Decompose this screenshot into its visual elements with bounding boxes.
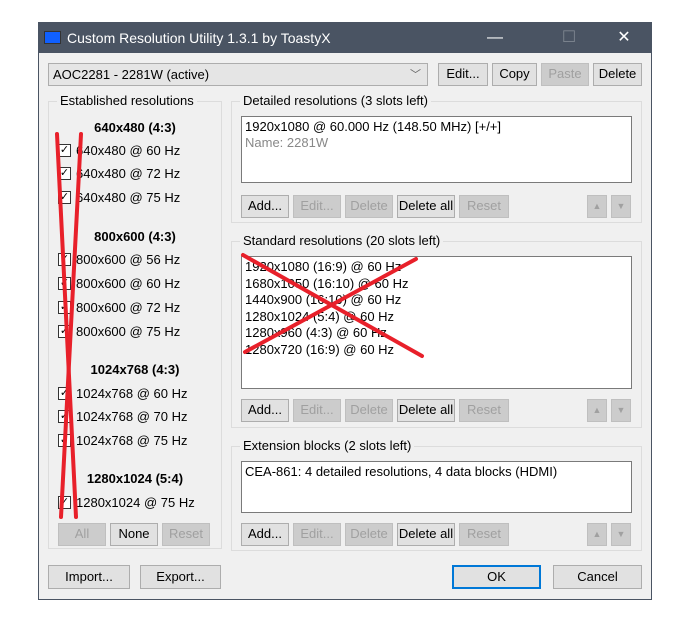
up-arrow-icon[interactable]: ▲ xyxy=(587,399,607,422)
list-item[interactable]: 1440x900 (16:10) @ 60 Hz xyxy=(245,292,628,309)
minimize-button[interactable]: — xyxy=(472,23,518,53)
detailed-label: Detailed resolutions (3 slots left) xyxy=(240,93,431,108)
check-icon: ✓ xyxy=(58,496,71,509)
extension-group: Extension blocks (2 slots left) CEA-861:… xyxy=(231,438,642,551)
reset-detailed-button[interactable]: Reset xyxy=(459,195,509,218)
down-arrow-icon[interactable]: ▼ xyxy=(611,523,631,546)
delete-standard-button[interactable]: Delete xyxy=(345,399,393,422)
list-item[interactable]: 1920x1080 @ 60.000 Hz (148.50 MHz) [+/+] xyxy=(245,119,628,135)
established-label: Established resolutions xyxy=(57,93,197,108)
reset-standard-button[interactable]: Reset xyxy=(459,399,509,422)
title-bar: Custom Resolution Utility 1.3.1 by Toast… xyxy=(39,23,651,53)
paste-button[interactable]: Paste xyxy=(541,63,589,86)
list-item[interactable]: 1680x1050 (16:10) @ 60 Hz xyxy=(245,276,628,293)
list-item[interactable]: 1920x1080 (16:9) @ 60 Hz xyxy=(245,259,628,276)
check-icon: ✓ xyxy=(58,387,71,400)
detailed-name: Name: 2281W xyxy=(245,135,329,150)
delete-all-extension-button[interactable]: Delete all xyxy=(397,523,455,546)
edit-standard-button[interactable]: Edit... xyxy=(293,399,341,422)
edit-monitor-button[interactable]: Edit... xyxy=(438,63,488,86)
check-icon: ✓ xyxy=(58,144,71,157)
detailed-list[interactable]: 1920x1080 @ 60.000 Hz (148.50 MHz) [+/+]… xyxy=(241,116,632,183)
cancel-button[interactable]: Cancel xyxy=(553,565,642,589)
check-icon: ✓ xyxy=(58,301,71,314)
add-extension-button[interactable]: Add... xyxy=(241,523,289,546)
standard-group: Standard resolutions (20 slots left) 192… xyxy=(231,233,642,428)
check-icon: ✓ xyxy=(58,434,71,447)
group-heading: 1280x1024 (5:4) xyxy=(86,471,184,486)
reset-extension-button[interactable]: Reset xyxy=(459,523,509,546)
chevron-down-icon: ﹀ xyxy=(410,69,421,81)
check-icon: ✓ xyxy=(58,191,71,204)
list-item[interactable]: CEA-861: 4 detailed resolutions, 4 data … xyxy=(245,464,628,480)
up-arrow-icon[interactable]: ▲ xyxy=(587,523,607,546)
monitor-app-icon xyxy=(44,31,61,44)
established-group: Established resolutions 640x480 (4:3) ✓ 6… xyxy=(48,93,222,549)
check-icon: ✓ xyxy=(58,325,71,338)
add-standard-button[interactable]: Add... xyxy=(241,399,289,422)
copy-button[interactable]: Copy xyxy=(492,63,537,86)
add-detailed-button[interactable]: Add... xyxy=(241,195,289,218)
close-button[interactable]: ✕ xyxy=(601,23,647,53)
export-button[interactable]: Export... xyxy=(140,565,221,589)
down-arrow-icon[interactable]: ▼ xyxy=(611,399,631,422)
extension-label: Extension blocks (2 slots left) xyxy=(240,438,415,453)
group-heading: 1024x768 (4:3) xyxy=(90,362,180,377)
check-icon: ✓ xyxy=(58,167,71,180)
standard-list[interactable]: 1920x1080 (16:9) @ 60 Hz 1680x1050 (16:1… xyxy=(241,256,632,389)
none-button[interactable]: None xyxy=(110,523,158,546)
window-title: Custom Resolution Utility 1.3.1 by Toast… xyxy=(67,30,331,46)
detailed-group: Detailed resolutions (3 slots left) 1920… xyxy=(231,93,642,223)
group-heading: 800x600 (4:3) xyxy=(94,229,176,244)
delete-extension-button[interactable]: Delete xyxy=(345,523,393,546)
all-button[interactable]: All xyxy=(58,523,106,546)
list-item[interactable]: 1280x720 (16:9) @ 60 Hz xyxy=(245,342,628,359)
edit-extension-button[interactable]: Edit... xyxy=(293,523,341,546)
list-item[interactable]: 1280x960 (4:3) @ 60 Hz xyxy=(245,325,628,342)
delete-monitor-button[interactable]: Delete xyxy=(593,63,642,86)
standard-label: Standard resolutions (20 slots left) xyxy=(240,233,444,248)
import-button[interactable]: Import... xyxy=(48,565,130,589)
edit-detailed-button[interactable]: Edit... xyxy=(293,195,341,218)
extension-list[interactable]: CEA-861: 4 detailed resolutions, 4 data … xyxy=(241,461,632,513)
group-heading: 640x480 (4:3) xyxy=(94,120,176,135)
check-icon: ✓ xyxy=(58,253,71,266)
list-item[interactable]: 1280x1024 (5:4) @ 60 Hz xyxy=(245,309,628,326)
ok-button[interactable]: OK xyxy=(452,565,541,589)
delete-detailed-button[interactable]: Delete xyxy=(345,195,393,218)
down-arrow-icon[interactable]: ▼ xyxy=(611,195,631,218)
delete-all-detailed-button[interactable]: Delete all xyxy=(397,195,455,218)
check-icon: ✓ xyxy=(58,277,71,290)
maximize-button[interactable]: ☐ xyxy=(546,23,592,53)
reset-established-button[interactable]: Reset xyxy=(162,523,210,546)
check-icon: ✓ xyxy=(58,410,71,423)
monitor-select[interactable]: AOC2281 - 2281W (active) ﹀ xyxy=(48,63,428,86)
monitor-select-value: AOC2281 - 2281W (active) xyxy=(53,67,210,82)
up-arrow-icon[interactable]: ▲ xyxy=(587,195,607,218)
delete-all-standard-button[interactable]: Delete all xyxy=(397,399,455,422)
